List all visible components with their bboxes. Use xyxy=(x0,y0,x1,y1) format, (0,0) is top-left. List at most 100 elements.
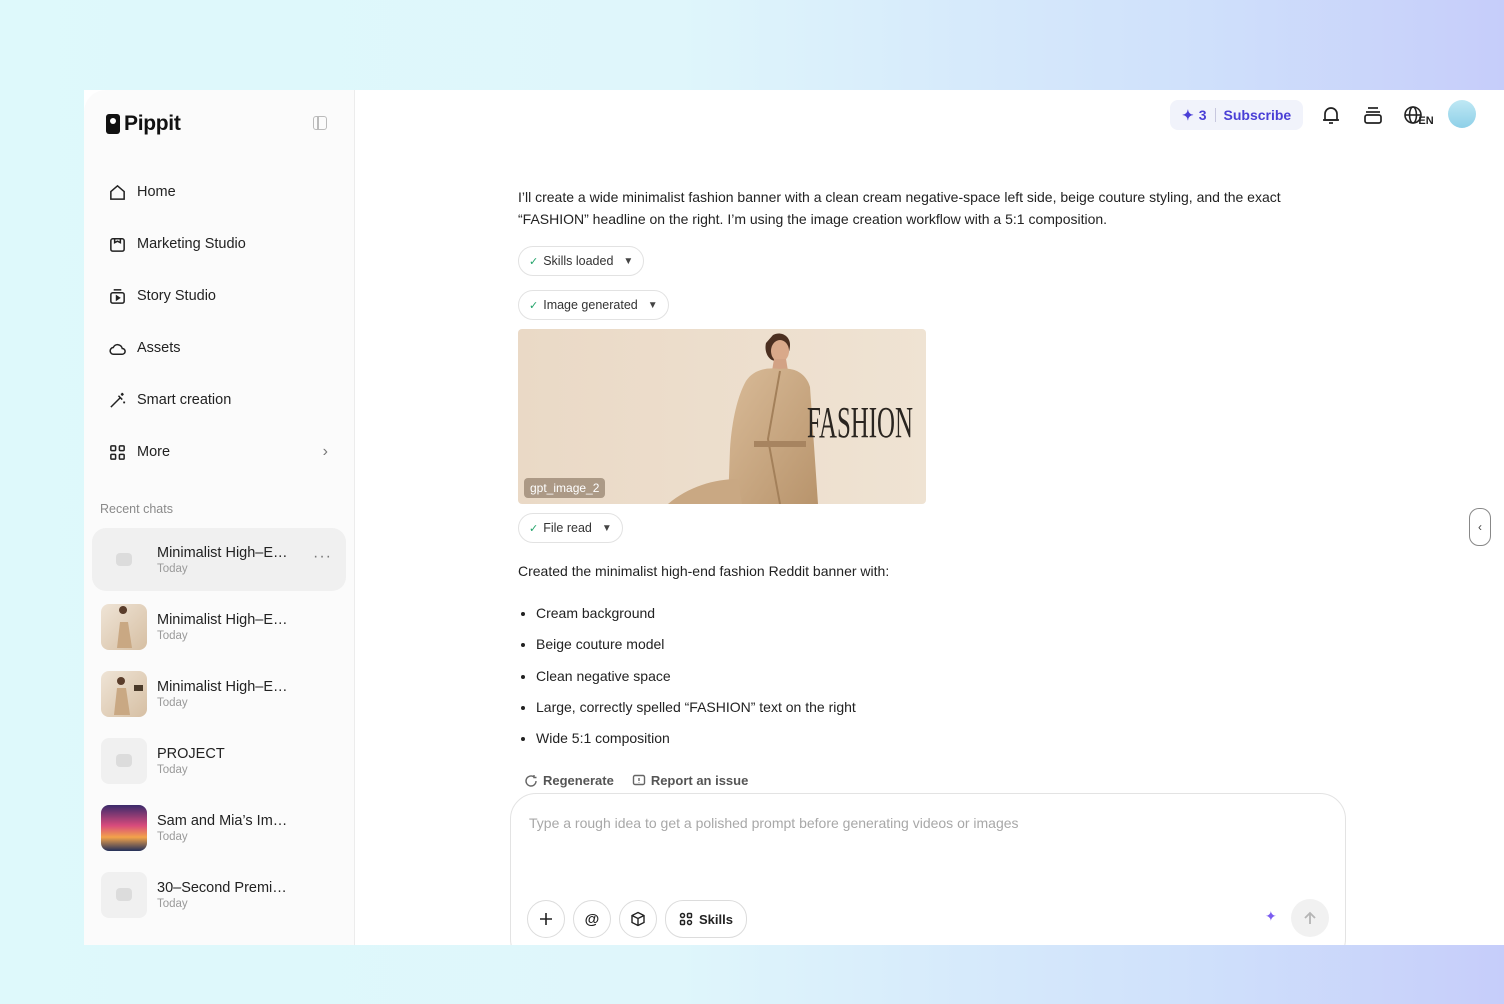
chat-date: Today xyxy=(157,897,188,910)
story-icon xyxy=(110,288,125,304)
sidebar-item-home[interactable]: Home xyxy=(100,166,340,218)
chat-date: Today xyxy=(157,763,188,776)
report-icon xyxy=(632,774,646,785)
regenerate-label: Regenerate xyxy=(543,773,614,788)
report-issue-button[interactable]: Report an issue xyxy=(632,773,749,788)
chat-thumbnail xyxy=(101,536,147,583)
grid-icon xyxy=(110,444,125,460)
expand-panel-button[interactable]: ‹ xyxy=(1469,508,1491,546)
list-item: Cream background xyxy=(536,598,856,629)
notification-bell-icon[interactable] xyxy=(1318,102,1344,128)
report-label: Report an issue xyxy=(650,773,749,788)
regenerate-button[interactable]: Regenerate xyxy=(524,773,614,788)
sidebar-item-label: Home xyxy=(137,184,176,200)
add-attachment-button[interactable] xyxy=(527,900,565,938)
sidebar-item-assets[interactable]: Assets xyxy=(100,322,340,374)
chat-bubble-icon xyxy=(116,888,132,901)
queue-stack-icon[interactable] xyxy=(1360,102,1386,128)
chat-title: Sam and Mia’s Im… xyxy=(157,812,288,829)
assistant-intro-text: I’ll create a wide minimalist fashion ba… xyxy=(518,189,1281,227)
sidebar-item-marketing-studio[interactable]: Marketing Studio xyxy=(100,218,340,270)
chat-date: Today xyxy=(157,629,188,642)
chat-title: PROJECT xyxy=(157,745,225,762)
send-button[interactable] xyxy=(1291,899,1329,937)
sidebar-item-more[interactable]: More › xyxy=(100,426,340,478)
summary-bullet-list: Cream background Beige couture model Cle… xyxy=(518,598,856,754)
conversation: I’ll create a wide minimalist fashion ba… xyxy=(518,186,1318,788)
list-item: Clean negative space xyxy=(536,661,856,692)
sidebar-item-label: Story Studio xyxy=(137,288,216,304)
chevron-down-icon: ▼ xyxy=(601,522,612,534)
chat-item[interactable]: Minimalist High–E… Today xyxy=(92,595,346,658)
sidebar-item-smart-creation[interactable]: Smart creation xyxy=(100,374,340,426)
generated-banner-image[interactable]: FASHION gpt_image_2 xyxy=(518,329,926,504)
enhance-sparkle-icon[interactable]: ✦ xyxy=(1265,908,1277,925)
marketing-icon xyxy=(110,237,125,252)
sidebar-nav: Home Marketing Studio Story Studio Asset… xyxy=(100,166,340,478)
home-icon xyxy=(110,184,125,200)
sidebar-item-label: Smart creation xyxy=(137,392,232,408)
chat-title: Minimalist High–E… xyxy=(157,544,288,561)
app-window: Pippit Home Marketing Studio Story Studi… xyxy=(84,90,1504,945)
prompt-input[interactable] xyxy=(527,814,1311,832)
language-globe-icon[interactable]: EN xyxy=(1402,102,1434,128)
message-actions: Regenerate Report an issue xyxy=(524,773,748,788)
sparkle-icon: ✦ xyxy=(1182,106,1194,123)
logo[interactable]: Pippit xyxy=(106,112,181,136)
image-generated-chip[interactable]: ✓ Image generated ▼ xyxy=(518,290,669,320)
list-item: Wide 5:1 composition xyxy=(536,723,856,754)
check-icon: ✓ xyxy=(529,299,539,312)
chevron-right-icon: › xyxy=(322,443,328,460)
chat-item[interactable]: Minimalist High–E… Today ··· xyxy=(92,528,346,591)
chevron-down-icon: ▼ xyxy=(623,255,634,267)
fashion-thumbnail-image xyxy=(114,676,143,715)
skills-button[interactable]: Skills xyxy=(665,900,747,938)
chat-title: 30–Second Premi… xyxy=(157,879,287,896)
chip-label: File read xyxy=(543,521,592,535)
file-read-chip[interactable]: ✓ File read ▼ xyxy=(518,513,623,543)
chat-thumbnail xyxy=(101,804,147,851)
language-code: EN xyxy=(1418,115,1434,127)
credits-subscribe-button[interactable]: ✦ 3 Subscribe xyxy=(1170,100,1304,130)
check-icon: ✓ xyxy=(529,522,539,535)
at-icon: @ xyxy=(584,910,600,928)
chat-item[interactable]: PROJECT Today xyxy=(92,729,346,792)
chat-bubble-icon xyxy=(116,754,132,767)
cube-icon xyxy=(631,911,645,927)
sidebar-item-label: Assets xyxy=(137,340,181,356)
skills-loaded-chip[interactable]: ✓ Skills loaded ▼ xyxy=(518,246,645,276)
sidebar-item-story-studio[interactable]: Story Studio xyxy=(100,270,340,322)
model-button[interactable] xyxy=(619,900,657,938)
check-icon: ✓ xyxy=(529,255,539,268)
chat-date: Today xyxy=(157,830,188,843)
banner-headline: FASHION xyxy=(807,398,913,447)
chip-label: Skills loaded xyxy=(543,254,614,268)
prompt-composer: @ Skills ✦ xyxy=(510,793,1346,945)
skills-label: Skills xyxy=(699,911,733,927)
chat-thumbnail xyxy=(101,603,147,650)
credits-count: 3 xyxy=(1198,107,1207,123)
avatar[interactable] xyxy=(1448,100,1476,128)
chat-item[interactable]: Sam and Mia’s Im… Today xyxy=(92,796,346,859)
chat-item[interactable]: Minimalist High–E… Today xyxy=(92,662,346,725)
assistant-summary-text: Created the minimalist high-end fashion … xyxy=(518,563,890,579)
subscribe-label: Subscribe xyxy=(1223,107,1292,123)
chat-date: Today xyxy=(157,696,188,709)
refresh-icon xyxy=(525,774,537,787)
plus-icon xyxy=(540,913,552,925)
chat-title: Minimalist High–E… xyxy=(157,678,288,695)
collapse-sidebar-icon[interactable] xyxy=(313,116,327,130)
chat-item[interactable]: 30–Second Premi… Today xyxy=(92,863,346,926)
mention-button[interactable]: @ xyxy=(573,900,611,938)
recent-chats-label: Recent chats xyxy=(100,502,173,516)
fashion-thumbnail-image xyxy=(117,605,132,648)
list-item: Beige couture model xyxy=(536,629,856,660)
app-name: Pippit xyxy=(124,112,181,135)
cloud-icon xyxy=(109,343,126,355)
pippit-logo-icon xyxy=(106,114,120,134)
list-item: Large, correctly spelled “FASHION” text … xyxy=(536,692,856,723)
chat-bubble-icon xyxy=(116,553,132,566)
chat-title: Minimalist High–E… xyxy=(157,611,288,628)
more-options-icon[interactable]: ··· xyxy=(313,548,332,566)
skills-grid-icon xyxy=(679,912,693,926)
